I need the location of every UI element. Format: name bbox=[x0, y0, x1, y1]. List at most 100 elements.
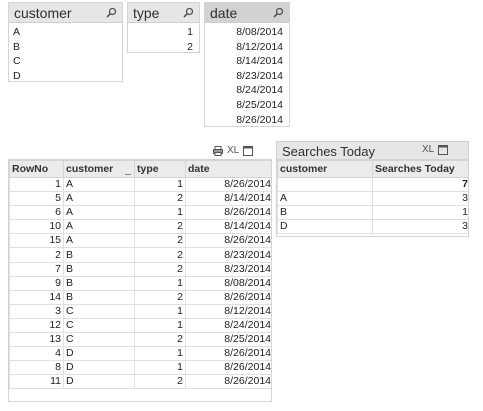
customer-cell: D bbox=[277, 219, 373, 235]
rowno-cell: 12 bbox=[9, 317, 64, 334]
date-listbox-item[interactable]: 8/25/2014 bbox=[205, 98, 289, 113]
date-listbox-item[interactable]: 8/23/2014 bbox=[205, 69, 289, 84]
date-cell: 8/14/2014 bbox=[185, 191, 271, 207]
type-listbox-item[interactable]: 1 bbox=[128, 25, 199, 40]
date-cell: 8/25/2014 bbox=[185, 332, 271, 348]
date-cell: 8/26/2014 bbox=[185, 205, 271, 221]
customer-cell: B bbox=[63, 261, 135, 277]
table-row[interactable]: 10 A 2 8/14/2014 bbox=[9, 219, 271, 235]
col-header-searches-today[interactable]: Searches Today bbox=[372, 160, 468, 178]
export-excel-icon[interactable]: XL bbox=[422, 144, 434, 155]
table-row[interactable]: 5 A 2 8/14/2014 bbox=[9, 191, 271, 207]
rowno-cell: 6 bbox=[9, 205, 64, 221]
date-listbox-header[interactable]: date bbox=[205, 3, 289, 23]
table-row[interactable]: 8 D 1 8/26/2014 bbox=[9, 360, 271, 376]
print-icon[interactable] bbox=[213, 145, 223, 156]
type-cell: 2 bbox=[134, 261, 186, 277]
table-row[interactable]: 6 A 1 8/26/2014 bbox=[9, 205, 271, 221]
searches-today-cell: 1 bbox=[372, 205, 468, 221]
table-row[interactable]: 12 C 1 8/24/2014 bbox=[9, 317, 271, 334]
searches-today-table: customer Searches Today 7 A3B1D3 bbox=[276, 159, 469, 237]
rowno-cell: 11 bbox=[9, 374, 64, 390]
table-row[interactable]: 3 C 1 8/12/2014 bbox=[9, 303, 271, 319]
date-cell: 8/26/2014 bbox=[185, 374, 271, 390]
export-excel-icon[interactable]: XL bbox=[227, 145, 239, 156]
rowno-cell: 4 bbox=[9, 346, 64, 362]
customer-listbox-item[interactable]: B bbox=[9, 40, 122, 55]
chart-toolbar: XL bbox=[422, 144, 449, 155]
date-listbox-item[interactable]: 8/08/2014 bbox=[205, 25, 289, 40]
rowno-cell: 9 bbox=[9, 275, 64, 291]
date-cell: 8/26/2014 bbox=[185, 233, 271, 249]
rowno-cell: 13 bbox=[9, 332, 64, 348]
table-row[interactable]: 4 D 1 8/26/2014 bbox=[9, 346, 271, 362]
customer-cell: D bbox=[63, 346, 135, 362]
table-row[interactable]: 13 C 2 8/25/2014 bbox=[9, 332, 271, 348]
customer-cell: C bbox=[63, 332, 135, 348]
total-label-cell bbox=[277, 176, 373, 193]
customer-cell: A bbox=[63, 219, 135, 235]
date-listbox-title: date bbox=[210, 4, 238, 21]
type-cell: 1 bbox=[134, 346, 186, 362]
col-header-type[interactable]: type bbox=[134, 160, 186, 178]
table-row[interactable]: 1 A 1 8/26/2014 bbox=[9, 176, 271, 193]
customer-listbox-header[interactable]: customer bbox=[9, 3, 122, 23]
date-listbox-item[interactable]: 8/26/2014 bbox=[205, 113, 289, 126]
table-row[interactable]: A3 bbox=[277, 191, 468, 207]
date-listbox[interactable]: date 8/08/2014 8/12/2014 8/14/2014 8/23/201… bbox=[204, 2, 290, 127]
table-toolbar: XL bbox=[213, 145, 254, 156]
table-row[interactable]: 11 D 2 8/26/2014 bbox=[9, 374, 271, 390]
rowno-cell: 15 bbox=[9, 233, 64, 249]
col-header-customer[interactable]: customer bbox=[63, 160, 135, 178]
customer-listbox-title: customer bbox=[14, 4, 72, 21]
table-row[interactable]: B1 bbox=[277, 205, 468, 221]
type-listbox-header[interactable]: type bbox=[128, 3, 199, 23]
customer-cell: A bbox=[63, 205, 135, 221]
customer-cell: C bbox=[63, 317, 135, 334]
type-cell: 1 bbox=[134, 205, 186, 221]
date-cell: 8/26/2014 bbox=[185, 176, 271, 193]
customer-cell: B bbox=[277, 205, 373, 221]
customer-listbox[interactable]: customer ABCD bbox=[8, 2, 123, 82]
search-icon[interactable] bbox=[106, 7, 117, 18]
date-cell: 8/14/2014 bbox=[185, 219, 271, 235]
customer-cell: A bbox=[63, 191, 135, 207]
rowno-cell: 8 bbox=[9, 360, 64, 376]
rowno-cell: 5 bbox=[9, 191, 64, 207]
table-row[interactable]: 15 A 2 8/26/2014 bbox=[9, 233, 271, 249]
customer-cell: A bbox=[63, 233, 135, 249]
customer-listbox-item[interactable]: C bbox=[9, 54, 122, 69]
minimize-icon[interactable] bbox=[243, 145, 254, 156]
col-header-rowno[interactable]: RowNo bbox=[9, 160, 64, 178]
customer-listbox-item[interactable]: D bbox=[9, 69, 122, 81]
search-icon[interactable] bbox=[183, 7, 194, 18]
table-row[interactable]: 14 B 2 8/26/2014 bbox=[9, 289, 271, 305]
rowno-cell: 3 bbox=[9, 303, 64, 319]
type-cell: 2 bbox=[134, 247, 186, 263]
type-cell: 2 bbox=[134, 191, 186, 207]
customer-listbox-item[interactable]: A bbox=[9, 25, 122, 40]
date-cell: 8/12/2014 bbox=[185, 303, 271, 319]
rowno-cell: 14 bbox=[9, 289, 64, 305]
table-row[interactable]: 2 B 2 8/23/2014 bbox=[9, 247, 271, 263]
type-listbox[interactable]: type 12 bbox=[127, 2, 200, 53]
date-listbox-item[interactable]: 8/24/2014 bbox=[205, 83, 289, 98]
type-cell: 1 bbox=[134, 275, 186, 291]
table-row[interactable]: 9 B 1 8/08/2014 bbox=[9, 275, 271, 291]
type-cell: 2 bbox=[134, 374, 186, 390]
customer-cell: D bbox=[63, 374, 135, 390]
type-cell: 1 bbox=[134, 303, 186, 319]
type-cell: 2 bbox=[134, 289, 186, 305]
table-row[interactable]: 7 B 2 8/23/2014 bbox=[9, 261, 271, 277]
minimize-icon[interactable] bbox=[438, 144, 449, 155]
search-icon[interactable] bbox=[273, 7, 284, 18]
type-cell: 1 bbox=[134, 176, 186, 193]
rowno-cell: 1 bbox=[9, 176, 64, 193]
type-listbox-item[interactable]: 2 bbox=[128, 40, 199, 52]
table-row[interactable]: D3 bbox=[277, 219, 468, 235]
col-header-date[interactable]: date bbox=[185, 160, 271, 178]
date-listbox-item[interactable]: 8/12/2014 bbox=[205, 40, 289, 55]
date-cell: 8/08/2014 bbox=[185, 275, 271, 291]
col-header-customer[interactable]: customer bbox=[277, 160, 373, 178]
date-listbox-item[interactable]: 8/14/2014 bbox=[205, 54, 289, 69]
